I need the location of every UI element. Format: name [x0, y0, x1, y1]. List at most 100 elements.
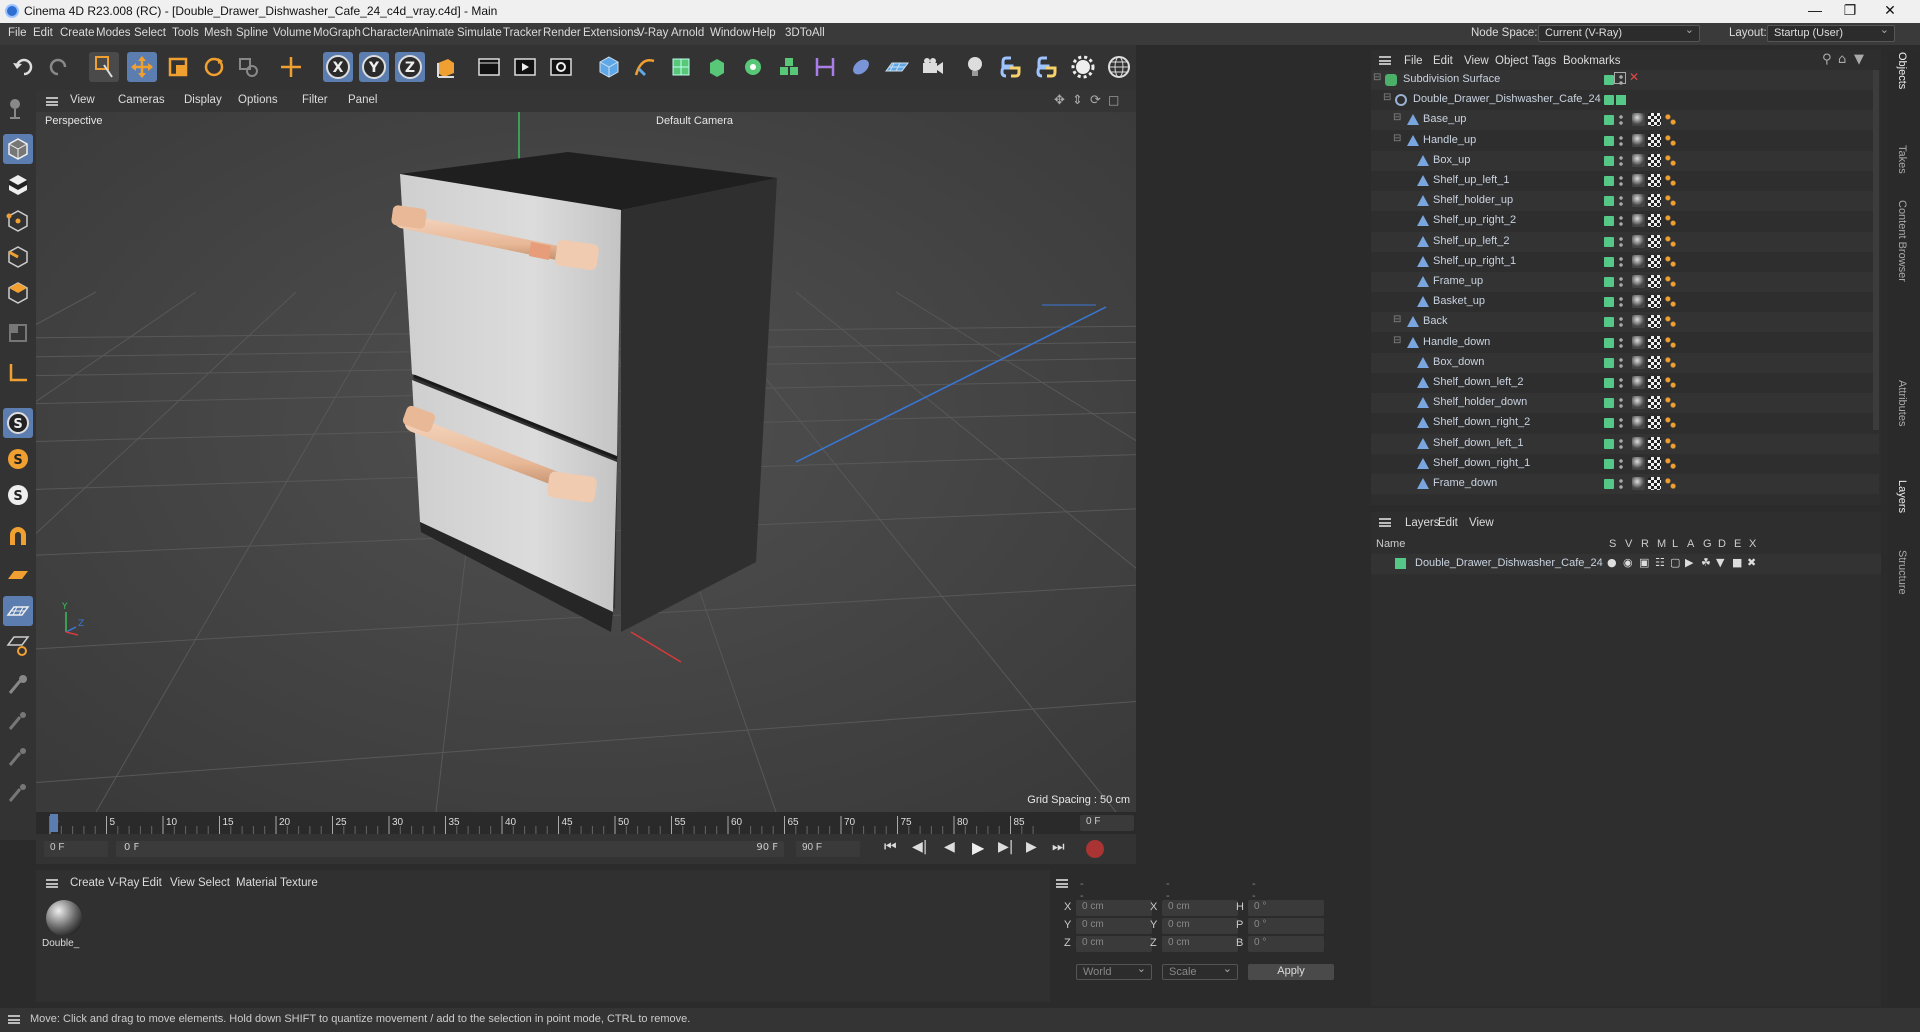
menu-volume[interactable]: Volume — [273, 27, 311, 39]
coordinate-system-button[interactable] — [431, 52, 461, 82]
texture-tag-icon[interactable] — [1648, 456, 1661, 470]
cube-object-button[interactable] — [594, 52, 624, 82]
viewport-menu-view[interactable]: View — [70, 94, 95, 106]
layers-menu-edit[interactable]: Edit — [1438, 517, 1458, 529]
go-to-start-icon[interactable]: ⏮ — [884, 839, 897, 855]
object-row-back[interactable]: ⊟ Back — [1371, 312, 1879, 333]
layer-column-r[interactable]: R — [1641, 538, 1649, 550]
texture-mode-button[interactable] — [3, 170, 33, 200]
texture-tag-icon[interactable] — [1648, 376, 1661, 389]
material-tag-icon[interactable] — [1632, 456, 1645, 470]
objects-menu-bookmarks[interactable]: Bookmarks — [1563, 55, 1621, 67]
layer-flag-icon[interactable]: ▢ — [1670, 556, 1680, 569]
object-row-box-down[interactable]: Box_down — [1371, 352, 1879, 373]
layer-color-icon[interactable] — [1604, 297, 1614, 308]
vray-tag-icon[interactable] — [1664, 254, 1677, 268]
grid-snap-button[interactable] — [3, 596, 33, 626]
visibility-dots-icon[interactable] — [1619, 397, 1623, 410]
visibility-dots-icon[interactable] — [1619, 175, 1623, 187]
menu-tools[interactable]: Tools — [172, 27, 199, 39]
layer-flag-icon[interactable]: ■ — [1732, 556, 1742, 569]
texture-tag-icon[interactable] — [1648, 416, 1661, 430]
material-tag-icon[interactable] — [1632, 315, 1645, 329]
layer-color-icon[interactable] — [1604, 115, 1614, 126]
material-menu-edit[interactable]: Edit — [142, 877, 162, 889]
vray-tag-icon[interactable] — [1664, 376, 1677, 389]
viewport-menu-panel[interactable]: Panel — [348, 94, 377, 106]
layers-menu-view[interactable]: View — [1469, 517, 1494, 529]
maximize-icon[interactable]: ❐ — [1830, 2, 1870, 19]
paint-tool-button[interactable] — [3, 670, 33, 700]
visibility-dots-icon[interactable] — [1619, 255, 1623, 268]
layer-column-m[interactable]: M — [1657, 538, 1666, 550]
material-tag-icon[interactable] — [1632, 416, 1645, 430]
object-row-handle-up[interactable]: ⊟ Handle_up — [1371, 130, 1879, 151]
material-tag-icon[interactable] — [1632, 376, 1645, 389]
texture-tag-icon[interactable] — [1648, 436, 1661, 450]
live-selection-button[interactable] — [89, 52, 119, 82]
world-axis-button[interactable] — [276, 52, 306, 82]
tab-content-browser[interactable]: Content Browser — [1896, 200, 1908, 282]
object-row-box-up[interactable]: Box_up — [1371, 150, 1879, 171]
web-sphere-button[interactable] — [1104, 52, 1134, 82]
texture-tag-icon[interactable] — [1648, 174, 1661, 187]
sculpt-pull-button[interactable] — [3, 706, 33, 736]
material-tag-icon[interactable] — [1632, 234, 1645, 248]
next-frame-icon[interactable]: ▶| — [998, 839, 1013, 855]
floor-object-button[interactable] — [882, 52, 912, 82]
vray-tag-icon[interactable] — [1664, 477, 1677, 490]
node-space-dropdown[interactable]: Current (V-Ray) — [1538, 23, 1700, 42]
coords-value-field[interactable]: 0 ° — [1248, 936, 1324, 952]
vray-tag-icon[interactable] — [1664, 436, 1677, 450]
layout-dropdown[interactable]: Startup (User) — [1767, 23, 1895, 42]
enable-checkbox-icon[interactable] — [1614, 72, 1626, 84]
object-row-handle-down[interactable]: ⊟ Handle_down — [1371, 332, 1879, 353]
object-row-shelf-down-right-1[interactable]: Shelf_down_right_1 — [1371, 453, 1879, 474]
sculpt-smooth-button[interactable] — [3, 742, 33, 772]
layer-column-d[interactable]: D — [1718, 538, 1726, 550]
vray-tag-icon[interactable] — [1664, 133, 1677, 147]
object-row-basket-up[interactable]: Basket_up — [1371, 292, 1879, 313]
close-icon[interactable]: ✕ — [1870, 2, 1910, 19]
vray-tag-icon[interactable] — [1664, 113, 1677, 127]
viewport-menu-display[interactable]: Display — [184, 94, 222, 106]
layer-flag-icon[interactable]: ☘ — [1701, 556, 1711, 569]
menu-mesh[interactable]: Mesh — [204, 27, 232, 39]
status-menu-icon[interactable] — [8, 1015, 20, 1024]
texture-tag-icon[interactable] — [1648, 234, 1661, 248]
layer-color-icon[interactable] — [1604, 95, 1614, 106]
recent-tools-button[interactable] — [233, 52, 263, 82]
tab-takes[interactable]: Takes — [1896, 145, 1908, 174]
material-tag-icon[interactable] — [1632, 214, 1645, 228]
objects-menu-view[interactable]: View — [1464, 55, 1489, 67]
vray-tag-icon[interactable] — [1664, 295, 1677, 309]
texture-tag-icon[interactable] — [1648, 254, 1661, 268]
coords-value-field[interactable]: 0 cm — [1162, 918, 1238, 934]
workplane-button[interactable] — [3, 560, 33, 590]
field-button[interactable] — [846, 52, 876, 82]
search-icon[interactable]: ⚲ — [1822, 52, 1832, 67]
coords-value-field[interactable]: 0 cm — [1162, 936, 1238, 952]
layer-color-icon[interactable] — [1604, 317, 1614, 328]
visibility-dots-icon[interactable] — [1619, 215, 1623, 228]
vray-tag-icon[interactable] — [1664, 153, 1677, 167]
visibility-dots-icon[interactable] — [1619, 316, 1623, 329]
visibility-dots-icon[interactable] — [1619, 154, 1623, 167]
menu-help[interactable]: Help — [752, 27, 776, 39]
objects-menu-object[interactable]: Object — [1495, 55, 1528, 67]
tab-objects[interactable]: Objects — [1896, 52, 1908, 89]
tab-structure[interactable]: Structure — [1896, 550, 1908, 595]
menu-spline[interactable]: Spline — [236, 27, 268, 39]
object-row-frame-up[interactable]: Frame_up — [1371, 272, 1879, 292]
polygon-mode-button[interactable] — [3, 278, 33, 308]
objects-scrollbar[interactable] — [1873, 70, 1879, 430]
visibility-dots-icon[interactable] — [1619, 437, 1623, 450]
menu-extensions[interactable]: Extensions — [583, 27, 639, 39]
object-row-shelf-up-left-1[interactable]: Shelf_up_left_1 — [1371, 171, 1879, 191]
snap-settings-button[interactable]: S — [3, 444, 33, 474]
material-tag-icon[interactable] — [1632, 194, 1645, 208]
end-frame-field[interactable]: 90 F — [796, 841, 860, 857]
material-tag-icon[interactable] — [1632, 254, 1645, 268]
menu-arnold[interactable]: Arnold — [671, 27, 704, 39]
snap-3d-button[interactable]: S — [3, 480, 33, 510]
